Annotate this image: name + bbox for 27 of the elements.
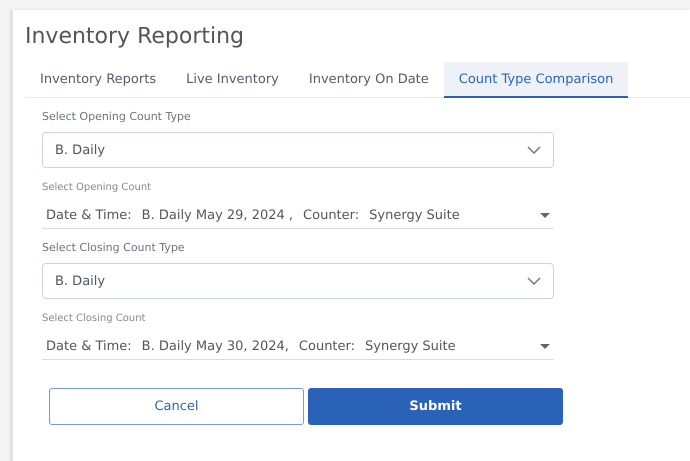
caret-down-icon — [540, 344, 550, 348]
counter-value: Synergy Suite — [365, 338, 456, 354]
counter-label: Counter: — [303, 208, 360, 222]
date-label: Date & Time: — [46, 208, 132, 222]
dropdown[interactable]: B. Daily — [42, 132, 554, 168]
count-dropdown[interactable]: Date & Time: B. Daily May 30, 2024, Counter: Synergy Suite — [42, 333, 554, 360]
field-label: Select Closing Count — [42, 313, 146, 324]
cancel-button[interactable]: Cancel — [49, 388, 304, 425]
dropdown[interactable]: B. Daily — [42, 263, 554, 299]
field-label: Select Opening Count Type — [42, 110, 192, 123]
tab[interactable]: Live Inventory — [171, 62, 294, 98]
field-label: Select Closing Count Type — [42, 241, 186, 254]
page-title: Inventory Reporting — [25, 24, 246, 51]
counter-value: Synergy Suite — [369, 208, 460, 222]
tab[interactable]: Inventory On Date — [294, 62, 444, 98]
date-value: B. Daily May 29, 2024 , — [142, 208, 294, 222]
tab[interactable]: Count Type Comparison — [444, 62, 628, 98]
tab[interactable]: Inventory Reports — [25, 62, 172, 98]
count-dropdown[interactable]: Date & Time: B. Daily May 29, 2024 , Counter: Synergy Suite — [42, 202, 554, 229]
chevron-down-icon — [527, 146, 541, 154]
date-label: Date & Time: — [46, 338, 132, 354]
caret-down-icon — [540, 212, 550, 218]
counter-label: Counter: — [298, 338, 356, 354]
submit-button[interactable]: Submit — [308, 388, 563, 425]
chevron-down-icon — [527, 277, 541, 285]
field-label: Select Opening Count — [42, 182, 152, 193]
date-value: B. Daily May 30, 2024, — [142, 338, 289, 354]
